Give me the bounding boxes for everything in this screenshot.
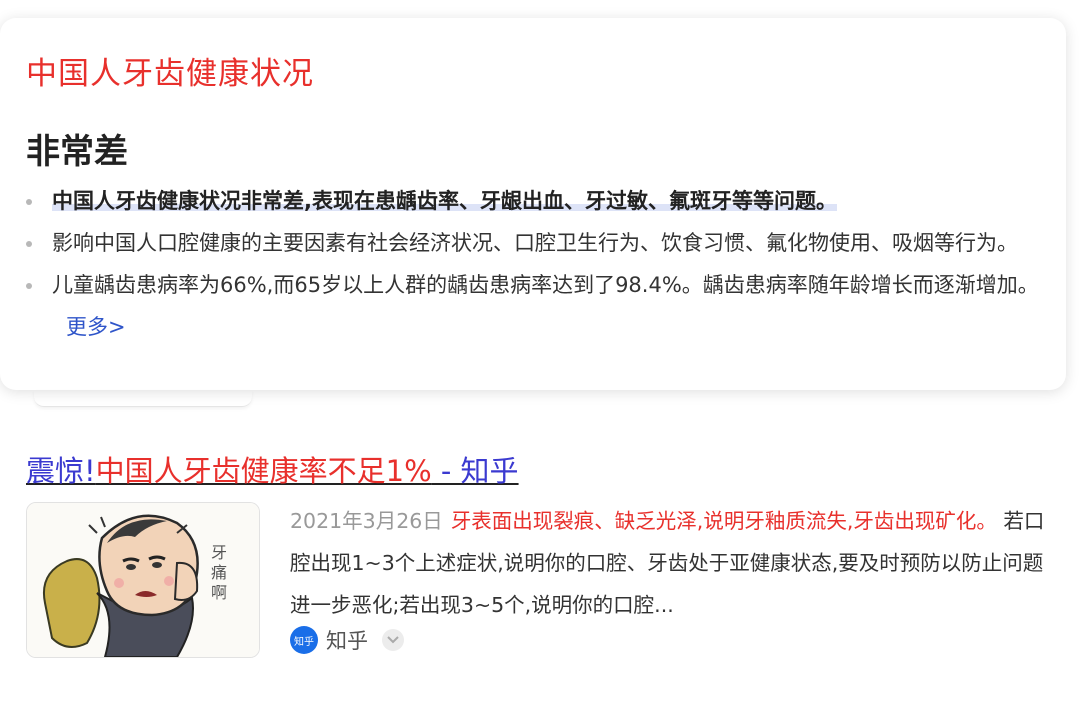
- result-title-link[interactable]: 震惊!中国人牙齿健康率不足1% - 知乎: [26, 448, 519, 490]
- snippet-highlight: 牙表面出现裂痕、缺乏光泽,说明牙釉质流失,牙齿出现矿化。: [450, 509, 997, 533]
- result-title-prefix: 震惊!: [26, 454, 96, 488]
- thumbnail-caption: 牙痛啊: [211, 543, 228, 602]
- result-source[interactable]: 知乎 知乎: [290, 624, 404, 656]
- bullet-dot: [26, 199, 32, 205]
- result-title-main: 中国人牙齿健康率不足1%: [95, 454, 432, 488]
- answer-card-title[interactable]: 中国人牙齿健康状况: [26, 48, 314, 93]
- source-name: 知乎: [326, 629, 368, 653]
- card-stack-edge: [34, 390, 252, 407]
- answer-card-answer: 非常差: [26, 132, 128, 172]
- bullet-dot: [26, 241, 32, 247]
- zhihu-logo-icon: 知乎: [290, 626, 318, 654]
- answer-bullet-text: 儿童龋齿患病率为66%,而65岁以上人群的龋齿患病率达到了98.4%。龋齿患病率…: [52, 273, 1039, 297]
- result-title-suffix: - 知乎: [431, 454, 519, 488]
- answer-bullet-text: 中国人牙齿健康状况非常差,表现在患龋齿率、牙龈出血、牙过敏、氟斑牙等等问题。: [52, 189, 837, 213]
- answer-bullet: 儿童龋齿患病率为66%,而65岁以上人群的龋齿患病率达到了98.4%。龋齿患病率…: [24, 264, 1044, 348]
- answer-bullet-list: 中国人牙齿健康状况非常差,表现在患龋齿率、牙龈出血、牙过敏、氟斑牙等等问题。 影…: [24, 180, 1044, 348]
- result-date: 2021年3月26日: [290, 509, 443, 533]
- bullet-dot: [26, 283, 32, 289]
- answer-bullet-text: 影响中国人口腔健康的主要因素有社会经济状况、口腔卫生行为、饮食习惯、氟化物使用、…: [52, 231, 1018, 255]
- result-thumbnail[interactable]: 牙痛啊: [26, 502, 260, 658]
- answer-bullet: 影响中国人口腔健康的主要因素有社会经济状况、口腔卫生行为、饮食习惯、氟化物使用、…: [24, 222, 1044, 264]
- answer-bullet: 中国人牙齿健康状况非常差,表现在患龋齿率、牙龈出血、牙过敏、氟斑牙等等问题。: [24, 180, 1044, 222]
- chevron-down-icon[interactable]: [382, 629, 404, 651]
- result-snippet: 2021年3月26日 牙表面出现裂痕、缺乏光泽,说明牙釉质流失,牙齿出现矿化。 若…: [290, 500, 1050, 626]
- more-link[interactable]: 更多>: [66, 315, 126, 339]
- answer-card: 中国人牙齿健康状况 非常差 中国人牙齿健康状况非常差,表现在患龋齿率、牙龈出血、…: [0, 18, 1066, 390]
